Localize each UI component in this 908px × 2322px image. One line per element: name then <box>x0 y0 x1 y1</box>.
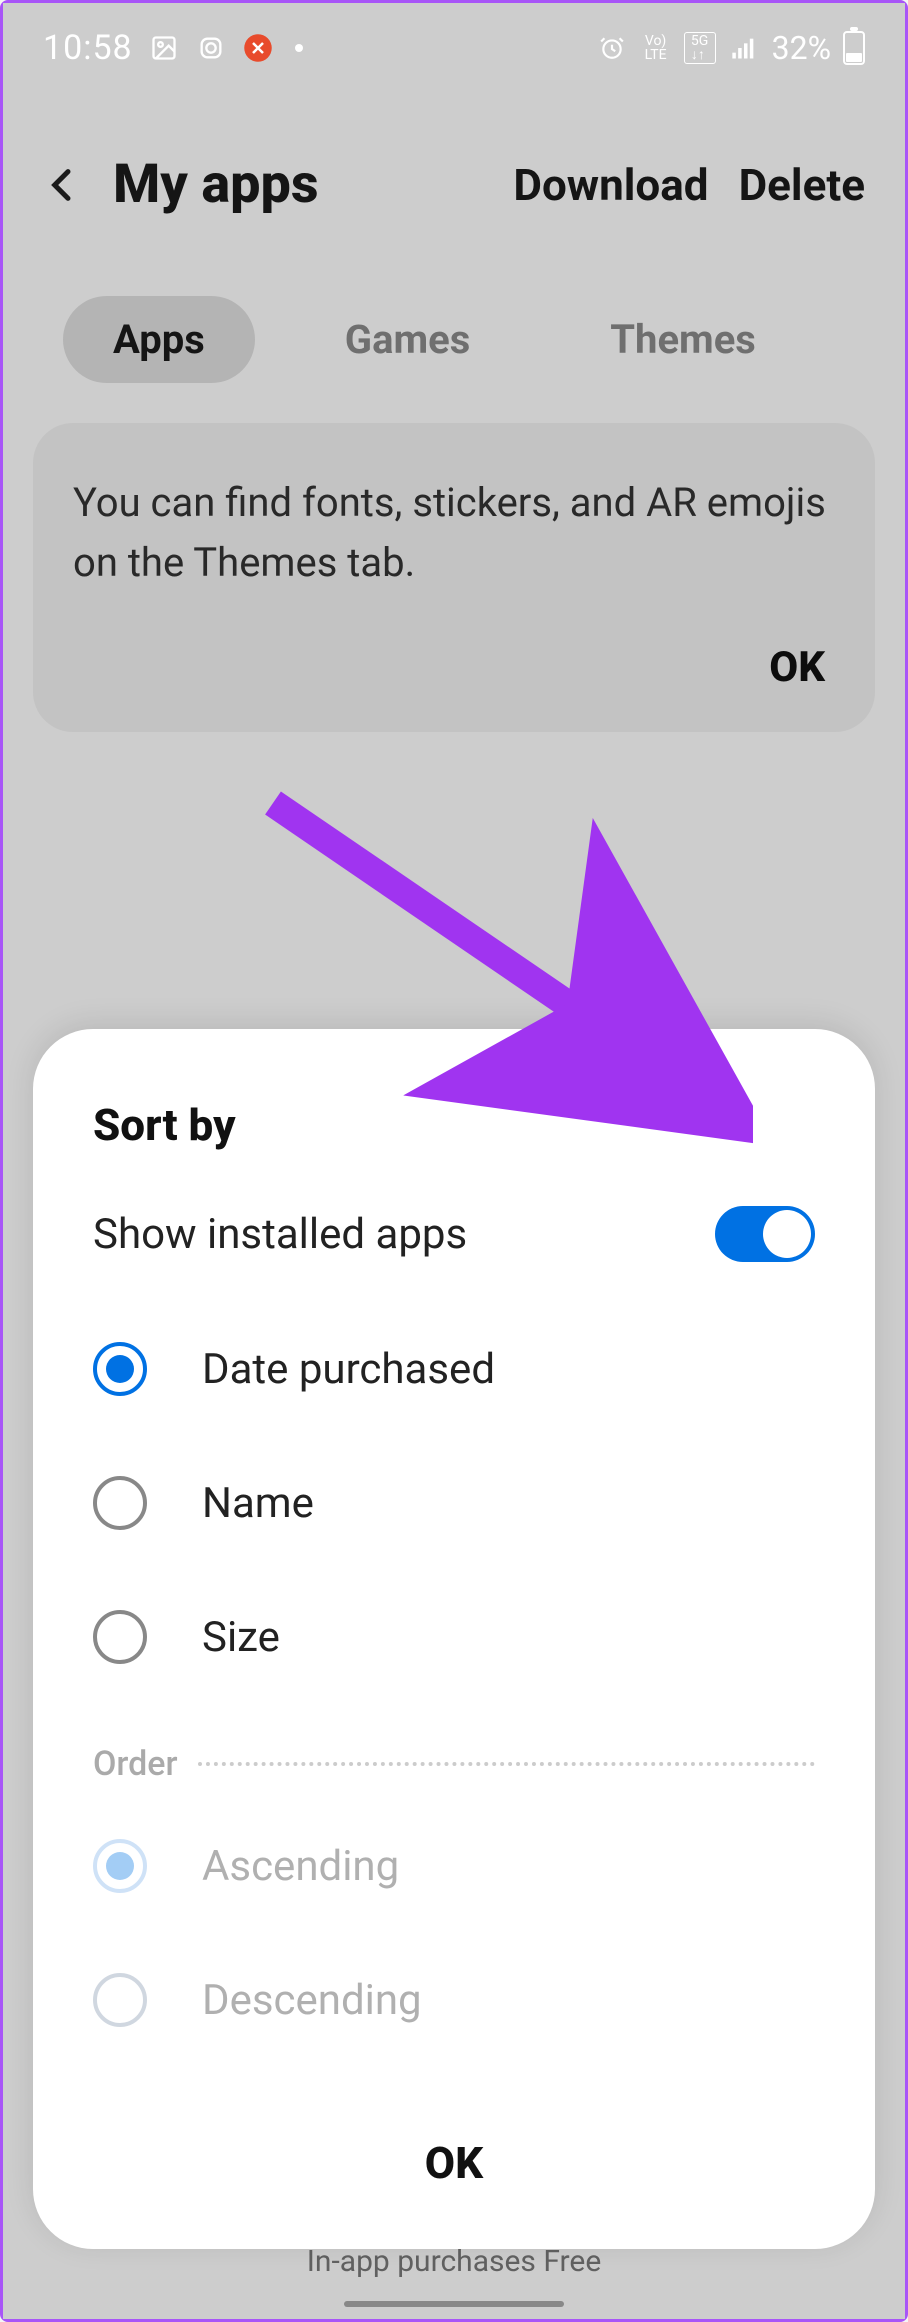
signal-icon <box>728 32 760 64</box>
tab-games[interactable]: Games <box>295 296 520 383</box>
show-installed-toggle-row[interactable]: Show installed apps <box>93 1206 815 1262</box>
delete-button[interactable]: Delete <box>739 159 865 211</box>
sort-option-date-purchased[interactable]: Date purchased <box>93 1342 815 1396</box>
radio-label: Ascending <box>202 1842 399 1891</box>
download-button[interactable]: Download <box>513 159 708 211</box>
page-title: My apps <box>113 153 319 216</box>
tabs: Apps Games Themes <box>3 266 905 423</box>
info-text: You can find fonts, stickers, and AR emo… <box>73 473 835 593</box>
sort-option-size[interactable]: Size <box>93 1610 815 1664</box>
radio-icon <box>93 1610 147 1664</box>
order-section-divider: Order <box>93 1744 815 1784</box>
sheet-ok-button[interactable]: OK <box>93 2107 815 2209</box>
app-badge-icon <box>242 32 274 64</box>
in-app-purchases-label: In-app purchases Free <box>3 2244 905 2279</box>
info-card: You can find fonts, stickers, and AR emo… <box>33 423 875 732</box>
home-indicator[interactable] <box>344 2301 564 2307</box>
show-installed-toggle[interactable] <box>715 1206 815 1262</box>
status-time: 10:58 <box>43 28 133 68</box>
tab-themes[interactable]: Themes <box>560 296 806 383</box>
order-option-ascending[interactable]: Ascending <box>93 1839 815 1893</box>
info-ok-button[interactable]: OK <box>73 643 835 692</box>
battery-icon <box>843 31 865 65</box>
radio-icon <box>93 1973 147 2027</box>
more-notifications-icon <box>295 44 303 52</box>
volte-icon: Vo)LTE <box>640 32 672 64</box>
radio-label: Size <box>202 1613 280 1662</box>
alarm-icon <box>596 32 628 64</box>
status-bar: 10:58 Vo)LTE 5G↓↑ 32% <box>3 3 905 93</box>
gallery-icon <box>148 32 180 64</box>
header: My apps Download Delete <box>3 93 905 266</box>
camera-icon <box>195 32 227 64</box>
network-5g-icon: 5G↓↑ <box>684 32 716 64</box>
radio-label: Descending <box>202 1976 422 2025</box>
tab-apps[interactable]: Apps <box>63 296 255 383</box>
show-installed-label: Show installed apps <box>93 1210 467 1259</box>
radio-icon <box>93 1839 147 1893</box>
radio-label: Name <box>202 1479 314 1528</box>
sort-option-name[interactable]: Name <box>93 1476 815 1530</box>
back-icon[interactable] <box>43 165 83 205</box>
order-label: Order <box>93 1744 178 1784</box>
sort-by-sheet: Sort by Show installed apps Date purchas… <box>33 1029 875 2249</box>
order-option-descending[interactable]: Descending <box>93 1973 815 2027</box>
radio-label: Date purchased <box>202 1345 495 1394</box>
battery-percentage: 32% <box>772 29 831 67</box>
radio-icon <box>93 1342 147 1396</box>
radio-icon <box>93 1476 147 1530</box>
sheet-title: Sort by <box>93 1099 815 1151</box>
